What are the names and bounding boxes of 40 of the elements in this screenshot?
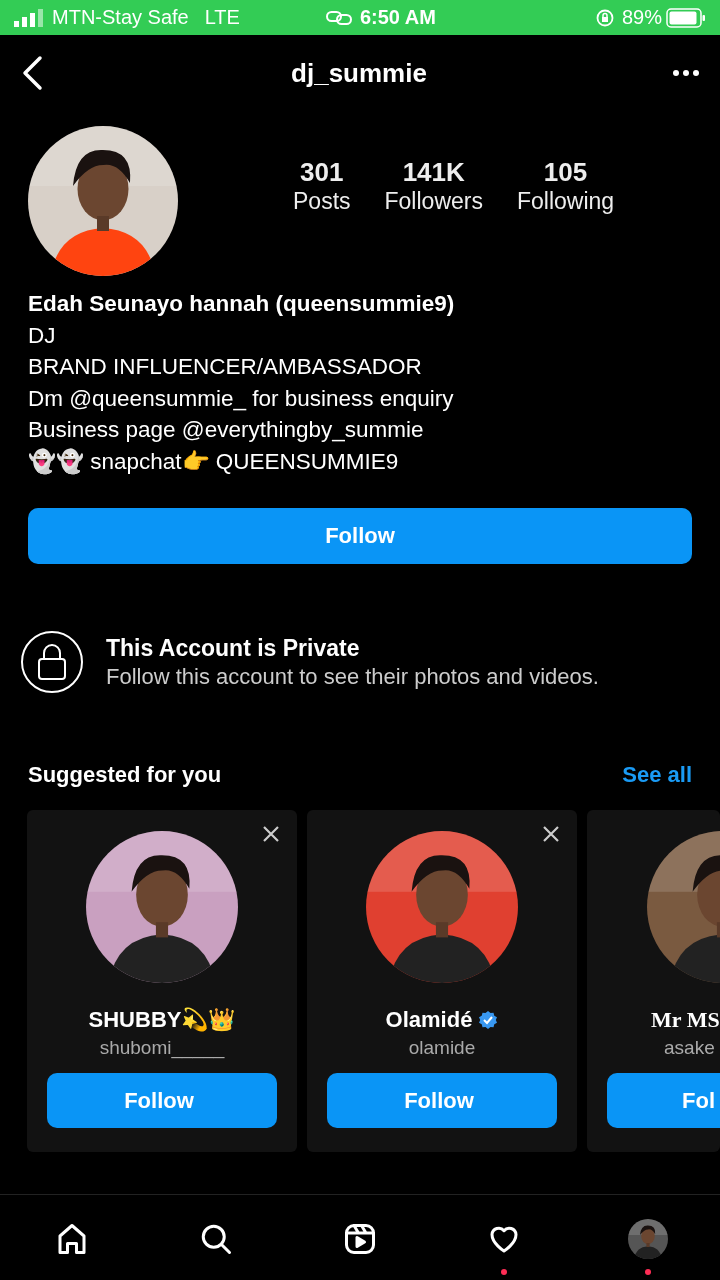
follow-button[interactable]: Follow: [28, 508, 692, 564]
stat-value: 105: [543, 157, 588, 188]
see-all-link[interactable]: See all: [622, 762, 692, 788]
stat-value: 301: [300, 157, 344, 188]
private-text: Follow this account to see their photos and videos.: [106, 663, 599, 690]
close-button[interactable]: [541, 824, 561, 844]
private-title: This Account is Private: [106, 634, 361, 662]
rotation-lock-icon: [595, 8, 614, 27]
stat-value: 141K: [402, 157, 465, 188]
stat-label: Following: [516, 188, 615, 215]
profile-username: dj_summie: [291, 57, 427, 89]
battery-text: 89%: [621, 6, 662, 29]
bio-line: Business page @everythingby_summie: [28, 416, 425, 444]
signal-icon: [14, 8, 44, 27]
suggestion-name: Mr MS: [651, 1007, 720, 1033]
follow-button[interactable]: Follow: [327, 1073, 557, 1128]
suggestion-username: asake: [664, 1037, 715, 1059]
suggestion-name: SHUBBY💫👑: [88, 1007, 236, 1033]
bio-line: 👻👻 snapchat👉 QUEENSUMMIE9: [28, 447, 400, 476]
stat-label: Followers: [384, 188, 483, 215]
close-button[interactable]: [261, 824, 281, 844]
more-icon[interactable]: [672, 69, 700, 77]
bio-line: BRAND INFLUENCER/AMBASSADOR: [28, 353, 423, 381]
link-icon: [325, 9, 352, 26]
bio-line: Dm @queensummie_ for business enquiry: [28, 384, 455, 413]
bio-line: DJ: [28, 321, 57, 350]
follow-button[interactable]: Fol: [607, 1073, 720, 1128]
network-text: LTE: [204, 6, 240, 29]
lock-icon: [20, 630, 84, 694]
section-title: Suggested for you: [28, 762, 222, 788]
follow-button[interactable]: Follow: [47, 1073, 277, 1128]
suggestion-name: Olamidé: [385, 1007, 473, 1033]
clock-text: 6:50 AM: [359, 6, 436, 29]
carrier-text: MTN-Stay Safe: [52, 6, 189, 29]
stat-label: Posts: [293, 188, 351, 215]
suggestion-username: olamide: [408, 1037, 476, 1059]
video-icon: [342, 1221, 378, 1257]
profile-name: Edah Seunayo hannah (queensummie9): [28, 290, 456, 318]
battery-icon: [666, 7, 706, 28]
suggestion-username: shubomi_____: [99, 1037, 225, 1059]
